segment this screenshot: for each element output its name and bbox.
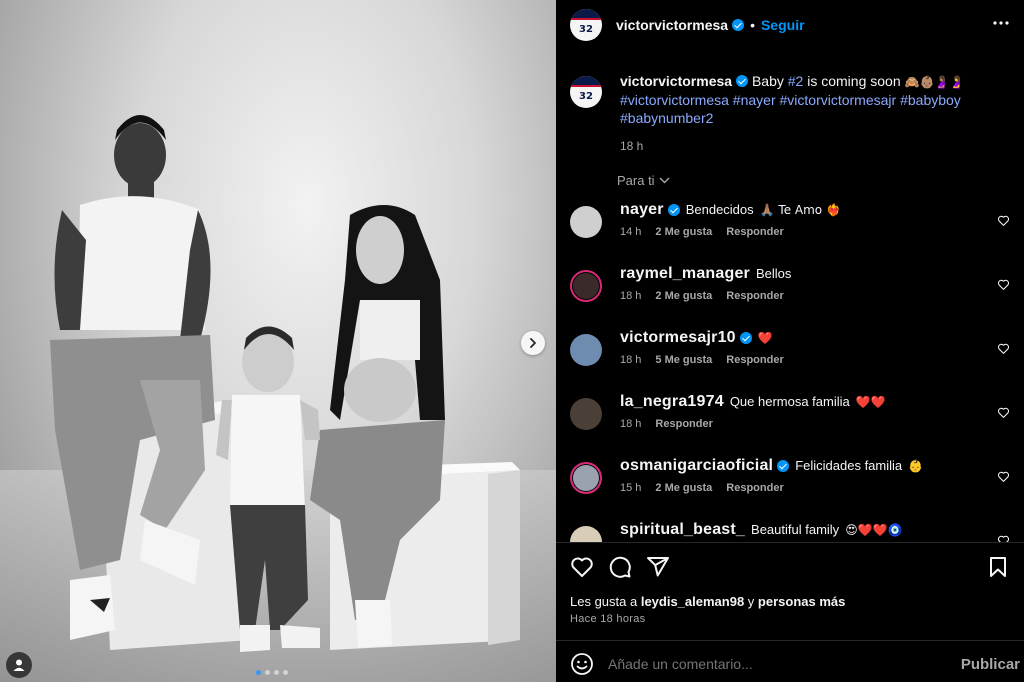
reply-button[interactable]: Responder <box>726 290 783 302</box>
verified-badge-icon <box>736 75 749 87</box>
commenter-avatar[interactable] <box>570 462 602 494</box>
publish-button[interactable]: Publicar <box>961 656 1020 673</box>
commenter-username[interactable]: nayer <box>620 200 664 220</box>
comment-list[interactable]: nayer Bendecidos 🙏🏽 Te Amo ❤️‍🔥 14 h 2 Me g… <box>556 194 1024 542</box>
verified-badge-icon <box>739 332 752 344</box>
caption-hashtags[interactable]: #victorvictormesa #nayer #victorvictorme… <box>620 92 961 126</box>
post-timestamp: Hace 18 horas <box>570 613 646 625</box>
heart-icon[interactable] <box>997 534 1010 542</box>
heart-icon[interactable] <box>997 470 1010 483</box>
divider <box>556 640 1024 641</box>
heart-icon[interactable] <box>997 342 1010 355</box>
comment-item: spiritual_beast_ Beautiful family 😍❤️❤️🧿 <box>570 520 1010 542</box>
commenter-username[interactable]: spiritual_beast_ <box>620 520 745 540</box>
comment-sort-dropdown[interactable]: Para ti <box>617 173 670 188</box>
post-photo[interactable] <box>0 0 556 682</box>
emoji-icon[interactable] <box>570 652 594 676</box>
comment-text: Felicidades familia <box>795 458 903 473</box>
heart-icon[interactable] <box>997 278 1010 291</box>
caption-hashtag[interactable]: #2 <box>788 73 804 89</box>
comment-time: 18 h <box>620 354 642 366</box>
comment-composer: Publicar <box>570 652 1020 676</box>
comment-likes[interactable]: 2 Me gusta <box>655 226 712 238</box>
chevron-down-icon <box>659 177 670 184</box>
comment-item: victormesajr10 ❤️ 18 h 5 Me gusta Responder <box>570 328 1010 366</box>
comment-item: la_negra1974 Que hermosa familia ❤️❤️ 18 h… <box>570 392 1010 430</box>
heart-icon[interactable] <box>997 406 1010 419</box>
carousel-indicator <box>256 670 288 675</box>
comment-item: osmanigarciaoficial Felicidades familia 👶 … <box>570 456 1010 494</box>
comment-item: raymel_manager Bellos 18 h 2 Me gusta Respo… <box>570 264 1010 302</box>
caption-author-avatar[interactable]: 32 <box>570 76 602 108</box>
commenter-avatar[interactable] <box>570 206 602 238</box>
commenter-username[interactable]: osmanigarciaoficial <box>620 456 773 476</box>
comment-emoji: ❤️ <box>757 331 773 345</box>
share-icon[interactable] <box>646 555 670 579</box>
family-photo-illustration <box>0 115 556 682</box>
likes-summary[interactable]: Les gusta a leydis_aleman98 y personas m… <box>570 594 845 610</box>
liker-username[interactable]: leydis_aleman98 <box>641 594 744 609</box>
commenter-username[interactable]: victormesajr10 <box>620 328 736 348</box>
comment-likes[interactable]: 2 Me gusta <box>655 290 712 302</box>
carousel-dot <box>283 670 288 675</box>
comment-icon[interactable] <box>608 555 632 579</box>
comment-text: Bellos <box>756 266 792 281</box>
heart-icon[interactable] <box>570 555 594 579</box>
comment-text: Que hermosa familia <box>729 394 850 409</box>
reply-button[interactable]: Responder <box>726 354 783 366</box>
post-side-panel: 32 victorvictormesa • Seguir 32 victorvi… <box>556 0 1024 682</box>
comment-emoji: 👶 <box>908 459 924 473</box>
comment-time: 18 h <box>620 290 642 302</box>
carousel-dot-active <box>256 670 261 675</box>
carousel-next-button[interactable] <box>521 331 545 355</box>
heart-icon[interactable] <box>997 214 1010 227</box>
commenter-avatar[interactable] <box>570 270 602 302</box>
reply-button[interactable]: Responder <box>655 418 712 430</box>
post-header: 32 victorvictormesa • Seguir <box>556 0 1024 50</box>
comment-emoji: 😍❤️❤️🧿 <box>845 523 903 537</box>
commenter-avatar[interactable] <box>570 334 602 366</box>
comment-item: nayer Bendecidos 🙏🏽 Te Amo ❤️‍🔥 14 h 2 Me g… <box>570 200 1010 238</box>
chevron-right-icon <box>530 338 536 348</box>
caption-emojis: 🙈👶🏽🤰🏽🤰 <box>904 75 965 89</box>
user-tag-icon <box>13 659 25 671</box>
comment-likes[interactable]: 5 Me gusta <box>655 354 712 366</box>
action-bar <box>570 555 1010 581</box>
comment-text: Beautiful family <box>751 522 840 537</box>
post-caption: 32 victorvictormesa Baby #2 is coming so… <box>570 72 1010 155</box>
commenter-username[interactable]: raymel_manager <box>620 264 750 284</box>
divider <box>556 542 1024 543</box>
commenter-avatar[interactable] <box>570 526 602 542</box>
caption-text-rest: is coming soon <box>803 73 901 89</box>
caption-time: 18 h <box>620 139 644 153</box>
comment-likes[interactable]: 2 Me gusta <box>655 482 712 494</box>
caption-author-username[interactable]: victorvictormesa <box>620 73 732 89</box>
carousel-dot <box>265 670 270 675</box>
reply-button[interactable]: Responder <box>726 482 783 494</box>
bookmark-icon[interactable] <box>986 555 1010 579</box>
comment-time: 14 h <box>620 226 642 238</box>
commenter-avatar[interactable] <box>570 398 602 430</box>
comment-text: Bendecidos <box>685 202 754 217</box>
likes-others[interactable]: personas más <box>758 594 845 609</box>
author-avatar[interactable]: 32 <box>570 9 602 41</box>
verified-badge-icon <box>732 19 745 31</box>
comment-time: 18 h <box>620 418 642 430</box>
comment-time: 15 h <box>620 482 642 494</box>
tagged-users-button[interactable] <box>6 652 32 678</box>
comment-input[interactable] <box>608 656 961 672</box>
follow-button[interactable]: Seguir <box>761 17 805 33</box>
commenter-username[interactable]: la_negra1974 <box>620 392 724 412</box>
verified-badge-icon <box>777 460 790 472</box>
carousel-dot <box>274 670 279 675</box>
comment-emoji: 🙏🏽 Te Amo ❤️‍🔥 <box>759 203 841 217</box>
caption-text: Baby <box>751 73 788 89</box>
author-username[interactable]: victorvictormesa <box>616 17 728 33</box>
verified-badge-icon <box>667 204 680 216</box>
comment-emoji: ❤️❤️ <box>855 395 886 409</box>
more-options-icon[interactable] <box>992 14 1010 32</box>
reply-button[interactable]: Responder <box>726 226 783 238</box>
comment-sort-label: Para ti <box>617 173 655 188</box>
